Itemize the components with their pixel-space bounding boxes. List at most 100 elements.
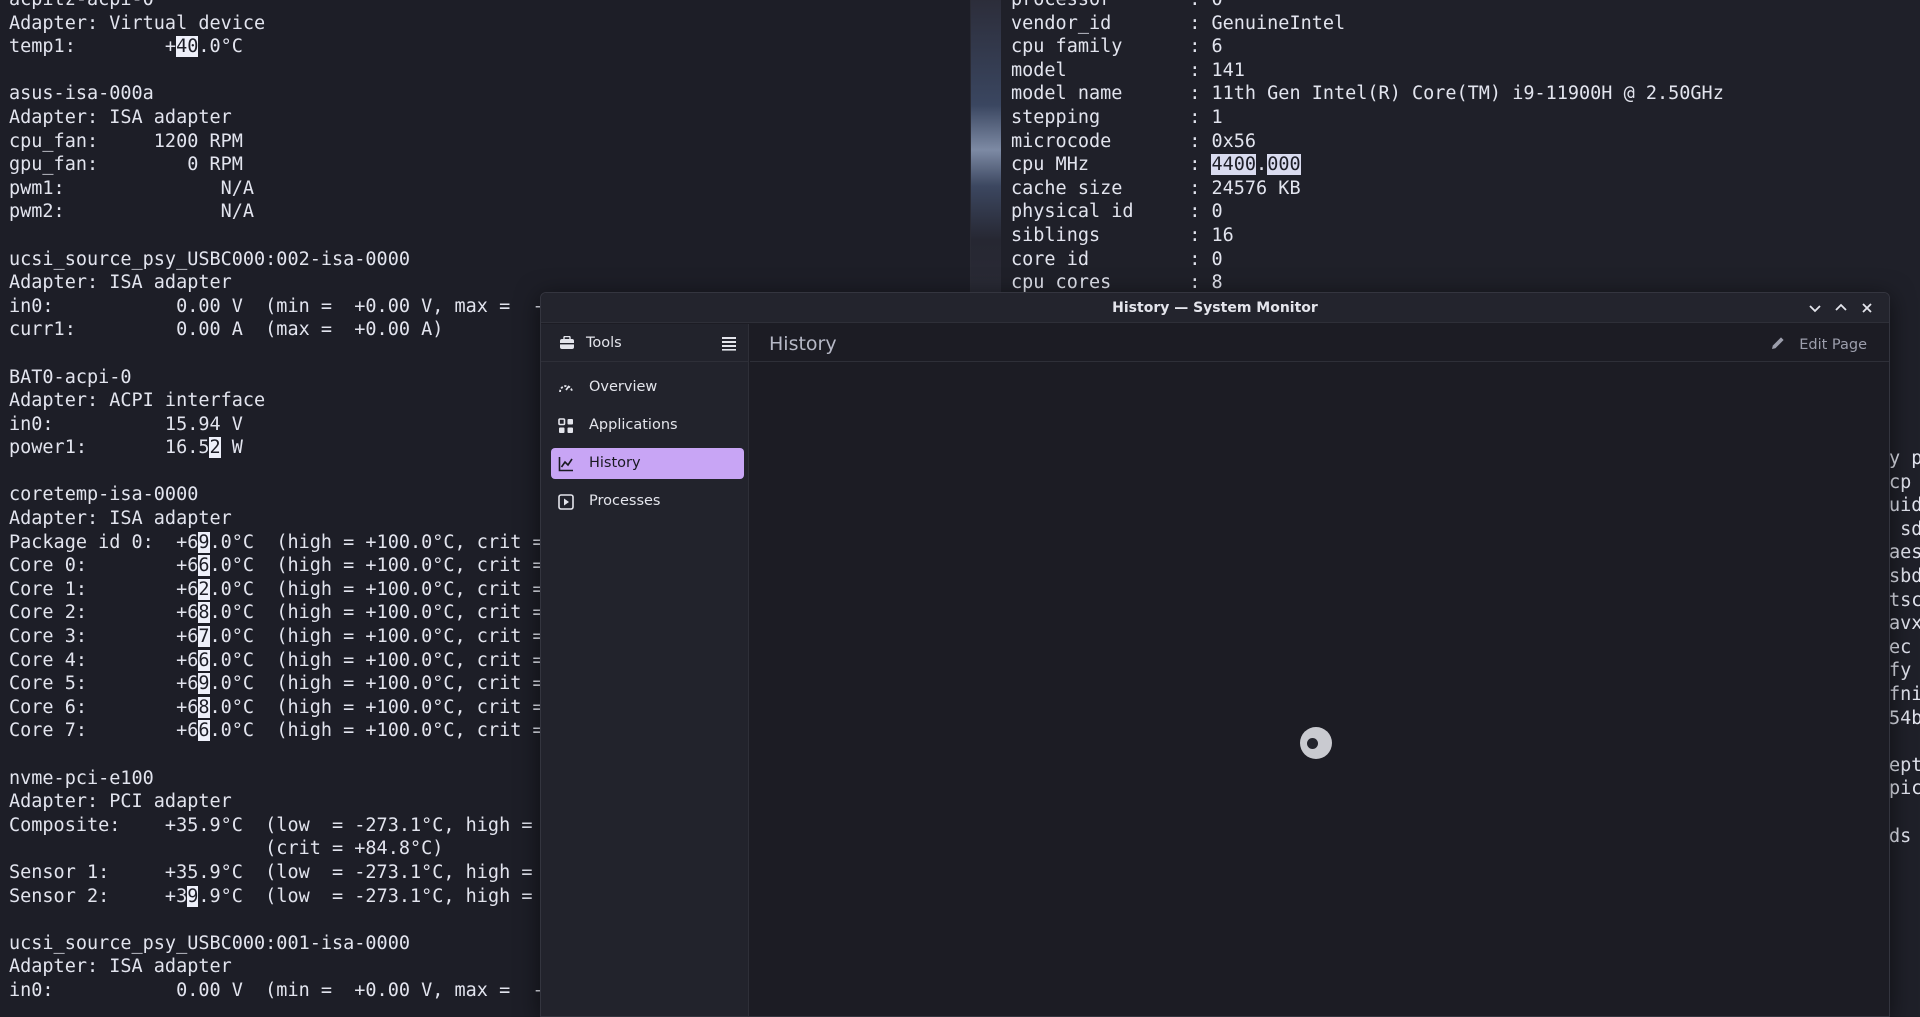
close-icon: [1862, 303, 1872, 313]
highlighted-text: 6: [198, 649, 210, 671]
terminal-line: power1: 16.52 W: [9, 436, 544, 460]
terminal-line: stepping : 1: [1011, 106, 1724, 130]
terminal-line-fragment: ept: [1889, 754, 1920, 776]
terminal-line: Sensor 2: +39.9°C (low = -273.1°C, high …: [9, 885, 544, 909]
sidebar-item-applications[interactable]: Applications: [551, 410, 744, 441]
terminal-line-fragment: cp: [1889, 471, 1912, 493]
edit-page-button[interactable]: Edit Page: [1772, 334, 1867, 353]
terminal-line: Sensor 1: +35.9°C (low = -273.1°C, high …: [9, 861, 544, 885]
terminal-text: Core 6: +6: [9, 696, 199, 718]
terminal-line: in0: 0.00 V (min = +0.00 V, max = -: [9, 295, 544, 319]
highlighted-text: 8: [198, 696, 210, 718]
terminal-text: model name : 11th Gen Intel(R) Core(TM) …: [1011, 83, 1724, 105]
highlighted-text: 40: [176, 36, 199, 58]
terminal-line: acpitz-acpi-0: [9, 0, 544, 12]
highlighted-text: 6: [198, 720, 210, 742]
terminal-line: gpu_fan: 0 RPM: [9, 153, 544, 177]
sidebar-header-label: Tools: [586, 335, 622, 351]
terminal-text: siblings : 16: [1011, 224, 1234, 246]
terminal-text: microcode : 0x56: [1011, 130, 1257, 152]
terminal-text: cpu family : 6: [1011, 36, 1223, 58]
sidebar-item-label: Applications: [589, 417, 678, 433]
terminal-line: model name : 11th Gen Intel(R) Core(TM) …: [1011, 82, 1724, 106]
terminal-text: Adapter: ISA adapter: [9, 508, 232, 530]
terminal-line: Adapter: ISA adapter: [9, 955, 544, 979]
sidebar-item-label: Overview: [589, 379, 658, 395]
terminal-line: cpu_fan: 1200 RPM: [9, 130, 544, 154]
terminal-line: cache size : 24576 KB: [1011, 177, 1724, 201]
terminal-line: Core 1: +62.0°C (high = +100.0°C, crit =: [9, 578, 544, 602]
terminal-text: Core 1: +6: [9, 578, 199, 600]
highlighted-text: 6: [198, 555, 210, 577]
terminal-line: Core 0: +66.0°C (high = +100.0°C, crit =: [9, 554, 544, 578]
window-titlebar[interactable]: History — System Monitor: [541, 293, 1889, 323]
terminal-text: .0°C (high = +100.0°C, crit =: [209, 720, 544, 742]
terminal-text: .0°C (high = +100.0°C, crit =: [209, 626, 544, 648]
terminal-text: acpitz-acpi-0: [9, 0, 154, 10]
terminal-line: curr1: 0.00 A (max = +0.00 A): [9, 318, 544, 342]
terminal-text: Adapter: ACPI interface: [9, 390, 266, 412]
chevron-down-icon: [1809, 305, 1821, 313]
terminal-text: BAT0-acpi-0: [9, 366, 132, 388]
terminal-text: Package id 0: +6: [9, 531, 199, 553]
terminal-edge-fragments: y p cp uid sd aes sbd tsc avx ec fy fni 54b ept pic d…: [1889, 447, 1920, 848]
highlighted-text: 7: [198, 626, 210, 648]
terminal-line-fragment: ds: [1889, 825, 1912, 847]
terminal-line: Composite: +35.9°C (low = -273.1°C, high…: [9, 814, 544, 838]
terminal-text: .0°C (high = +100.0°C, crit =: [209, 649, 544, 671]
chevron-up-icon: [1835, 303, 1847, 311]
terminal-text: temp1: +: [9, 36, 177, 58]
terminal-text: Core 4: +6: [9, 649, 199, 671]
selected-text: 000: [1267, 154, 1301, 176]
terminal-text: Adapter: ISA adapter: [9, 272, 232, 294]
terminal-line: cpu MHz : 4400.000: [1011, 153, 1724, 177]
terminal-line: coretemp-isa-0000: [9, 483, 544, 507]
highlighted-text: 2: [209, 437, 221, 459]
minimize-button[interactable]: [1805, 298, 1825, 318]
terminal-line-fragment: sbd: [1889, 565, 1920, 587]
maximize-button[interactable]: [1831, 298, 1851, 318]
close-button[interactable]: [1857, 298, 1877, 318]
terminal-text: Core 5: +6: [9, 673, 199, 695]
terminal-line: vendor_id : GenuineIntel: [1011, 12, 1724, 36]
pencil-icon: [1772, 337, 1784, 349]
terminal-output: acpitz-acpi-0 Adapter: Virtual devicetemp…: [9, 0, 544, 1003]
terminal-text: curr1: 0.00 A (max = +0.00 A): [9, 319, 444, 341]
terminal-line: Adapter: ACPI interface: [9, 389, 544, 413]
sidebar-item-overview[interactable]: Overview: [551, 372, 744, 403]
sidebar-item-history[interactable]: History: [551, 448, 744, 479]
terminal-line: nvme-pci-e100: [9, 767, 544, 791]
terminal-line-fragment: aes: [1889, 542, 1920, 564]
list-menu-icon[interactable]: [721, 335, 737, 351]
terminal-output: processor : 0vendor_id : GenuineIntelcpu…: [1011, 0, 1724, 295]
terminal-line: Adapter: ISA adapter: [9, 271, 544, 295]
terminal-text: .: [1256, 154, 1268, 176]
terminal-line: microcode : 0x56: [1011, 130, 1724, 154]
terminal-line: in0: 0.00 V (min = +0.00 V, max = -: [9, 979, 544, 1003]
system-monitor-window[interactable]: History — System Monitor Tools Overview …: [540, 292, 1890, 1017]
terminal-line: pwm1: N/A: [9, 177, 544, 201]
terminal-line-fragment: tsc: [1889, 589, 1920, 611]
terminal-text: W: [220, 437, 243, 459]
terminal-text: .0°C: [198, 36, 243, 58]
terminal-line: in0: 15.94 V: [9, 413, 544, 437]
terminal-line: Core 2: +68.0°C (high = +100.0°C, crit =: [9, 601, 544, 625]
terminal-line: model : 141: [1011, 59, 1724, 83]
page-header: History Edit Page: [750, 324, 1889, 362]
terminal-line: processor : 0: [1011, 0, 1724, 12]
sidebar-item-processes[interactable]: Processes: [551, 486, 744, 517]
terminal-text: Adapter: Virtual device: [9, 12, 266, 34]
terminal-line: cpu family : 6: [1011, 35, 1724, 59]
highlighted-text: 8: [198, 602, 210, 624]
terminal-text: .0°C (high = +100.0°C, crit =: [209, 531, 544, 553]
terminal-line: Core 5: +69.0°C (high = +100.0°C, crit =: [9, 672, 544, 696]
terminal-line-fragment: ec: [1889, 636, 1912, 658]
terminal-line: Adapter: ISA adapter: [9, 507, 544, 531]
terminal-line-fragment: y p: [1889, 448, 1920, 469]
terminal-text: gpu_fan: 0 RPM: [9, 154, 243, 176]
